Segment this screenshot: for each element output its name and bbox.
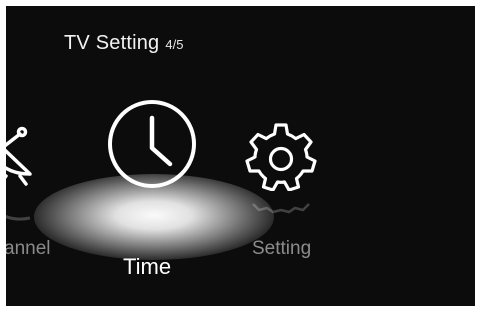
- satellite-dish-reflection: [6, 214, 31, 221]
- clock-icon: [108, 100, 196, 188]
- menu-header: TV Setting 4/5: [64, 32, 183, 55]
- page-indicator: 4/5: [165, 37, 184, 52]
- menu-item-label: annel: [6, 238, 51, 259]
- menu-title: TV Setting: [64, 32, 160, 54]
- satellite-dish-icon: [6, 126, 32, 186]
- menu-item-label: Time: [123, 254, 172, 279]
- gear-icon: [245, 123, 317, 191]
- gear-reflection: [252, 203, 310, 214]
- tv-screen: TV Setting 4/5 annel Time Setting: [6, 6, 475, 306]
- menu-item-label: Setting: [252, 238, 312, 259]
